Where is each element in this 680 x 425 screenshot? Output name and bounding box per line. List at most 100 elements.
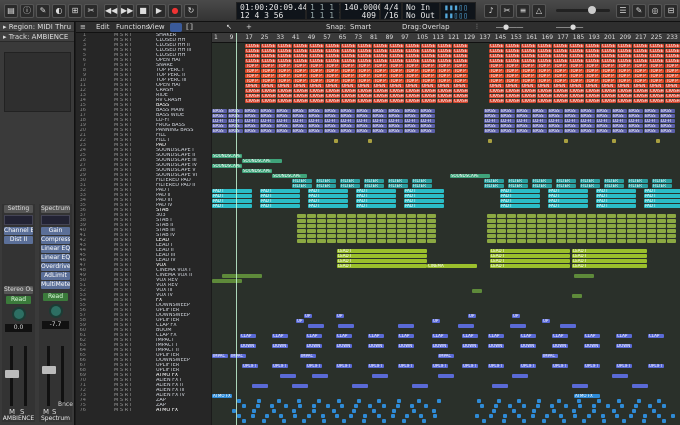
midi-region[interactable]: BASS: [404, 108, 419, 113]
midi-region[interactable]: [657, 223, 666, 228]
midi-region[interactable]: CRASH: [585, 98, 600, 103]
midi-region[interactable]: FILTER: [604, 183, 624, 188]
midi-region[interactable]: BASS: [292, 123, 307, 128]
midi-region[interactable]: UPLIFT: [306, 363, 322, 368]
midi-region[interactable]: OPEN: [569, 83, 584, 88]
automation-mode[interactable]: Read: [6, 296, 31, 304]
midi-region[interactable]: [557, 228, 566, 233]
midi-region[interactable]: TOP P: [665, 73, 680, 78]
midi-region[interactable]: [432, 408, 436, 413]
midi-region[interactable]: PAD I: [404, 198, 444, 203]
midi-region[interactable]: [537, 233, 546, 238]
midi-region[interactable]: FILTER: [580, 178, 600, 183]
midi-region[interactable]: CLOSE: [617, 58, 632, 63]
functions-menu[interactable]: Functions: [116, 22, 149, 33]
midi-region[interactable]: DOWN: [398, 343, 414, 348]
midi-region[interactable]: [527, 218, 536, 223]
cpu-meter[interactable]: ▮▮▮▯▯ ▮▮▯▯▯: [440, 2, 476, 20]
midi-region[interactable]: FILTER: [412, 178, 432, 183]
midi-region[interactable]: CLOSE: [633, 48, 648, 53]
midi-region[interactable]: [545, 413, 549, 418]
midi-region[interactable]: [279, 413, 283, 418]
midi-region[interactable]: TOP P: [373, 63, 388, 68]
midi-region[interactable]: [607, 218, 616, 223]
midi-region[interactable]: BASS: [420, 123, 435, 128]
midi-region[interactable]: [237, 413, 241, 418]
midi-region[interactable]: TOP P: [585, 68, 600, 73]
midi-region[interactable]: TOP P: [357, 73, 372, 78]
midi-region[interactable]: BASS: [596, 113, 611, 118]
midi-region[interactable]: BASS: [324, 113, 339, 118]
midi-region[interactable]: CLOSE: [293, 43, 308, 48]
midi-region[interactable]: TOP P: [341, 68, 356, 73]
midi-region[interactable]: TOP P: [489, 73, 504, 78]
midi-region[interactable]: [317, 398, 321, 403]
midi-region[interactable]: [564, 138, 568, 143]
midi-region[interactable]: BASS: [500, 113, 515, 118]
midi-region[interactable]: [292, 408, 296, 413]
midi-region[interactable]: CRASH: [617, 98, 632, 103]
midi-region[interactable]: BASS: [532, 123, 547, 128]
midi-region[interactable]: FILTER: [388, 178, 408, 183]
midi-region[interactable]: [419, 413, 423, 418]
midi-region[interactable]: PAD I: [644, 193, 680, 198]
midi-region[interactable]: TOP P: [489, 78, 504, 83]
midi-region[interactable]: CLAP: [462, 333, 478, 338]
midi-region[interactable]: [592, 408, 596, 413]
midi-region[interactable]: TOP P: [277, 68, 292, 73]
mixer-button[interactable]: ⊞: [68, 4, 82, 18]
midi-region[interactable]: [347, 223, 356, 228]
midi-region[interactable]: [377, 233, 386, 238]
midi-region[interactable]: CLOSE: [293, 48, 308, 53]
midi-region[interactable]: TOP P: [553, 68, 568, 73]
volume-fader[interactable]: [5, 346, 19, 406]
midi-region[interactable]: [574, 273, 594, 278]
midi-region[interactable]: [667, 218, 676, 223]
midi-region[interactable]: [337, 228, 346, 233]
midi-region[interactable]: CLAP: [272, 333, 288, 338]
midi-region[interactable]: FILTER: [532, 178, 552, 183]
midi-region[interactable]: [327, 223, 336, 228]
midi-region[interactable]: [357, 398, 361, 403]
midi-region[interactable]: PAD I: [548, 188, 588, 193]
midi-region[interactable]: CRASH: [601, 98, 616, 103]
midi-region[interactable]: IMPAC: [230, 353, 246, 358]
midi-region[interactable]: LEAD I: [572, 263, 647, 268]
midi-region[interactable]: [572, 408, 576, 413]
view-menu[interactable]: View: [148, 22, 165, 33]
midi-region[interactable]: [567, 218, 576, 223]
midi-region[interactable]: LO-FI: [612, 118, 627, 123]
midi-region[interactable]: [647, 213, 656, 218]
midi-region[interactable]: [572, 293, 582, 298]
midi-region[interactable]: TOP P: [437, 78, 452, 83]
midi-region[interactable]: PAD I: [500, 198, 540, 203]
midi-region[interactable]: CLOSE: [633, 53, 648, 58]
midi-region[interactable]: LO-FI: [276, 118, 291, 123]
midi-region[interactable]: [547, 233, 556, 238]
midi-region[interactable]: CRASH: [601, 88, 616, 93]
midi-region[interactable]: PAD I: [308, 203, 348, 208]
midi-region[interactable]: [627, 218, 636, 223]
midi-region[interactable]: [667, 228, 676, 233]
midi-region[interactable]: BASS: [628, 123, 643, 128]
midi-region[interactable]: [357, 223, 366, 228]
midi-region[interactable]: [377, 218, 386, 223]
midi-region[interactable]: [307, 233, 316, 238]
midi-region[interactable]: TOP P: [389, 78, 404, 83]
midi-region[interactable]: OPEN: [585, 83, 600, 88]
midi-region[interactable]: UP: [432, 318, 440, 323]
track-inspector-header[interactable]: ▸ Track: AMBIENCE: [0, 32, 74, 42]
midi-region[interactable]: [627, 213, 636, 218]
midi-region[interactable]: CLOSE: [261, 48, 276, 53]
midi-region[interactable]: TOP P: [617, 73, 632, 78]
midi-region[interactable]: SOUNDSCAPE: [450, 173, 490, 178]
pan-knob[interactable]: [48, 304, 63, 318]
midi-region[interactable]: LO-FI: [484, 118, 499, 123]
midi-region[interactable]: CRASH: [633, 98, 648, 103]
midi-region[interactable]: LO-FI: [564, 118, 579, 123]
midi-region[interactable]: TOP P: [405, 68, 420, 73]
midi-region[interactable]: [417, 223, 426, 228]
midi-region[interactable]: [308, 323, 324, 328]
midi-region[interactable]: OPEN: [601, 83, 616, 88]
midi-region[interactable]: [357, 228, 366, 233]
